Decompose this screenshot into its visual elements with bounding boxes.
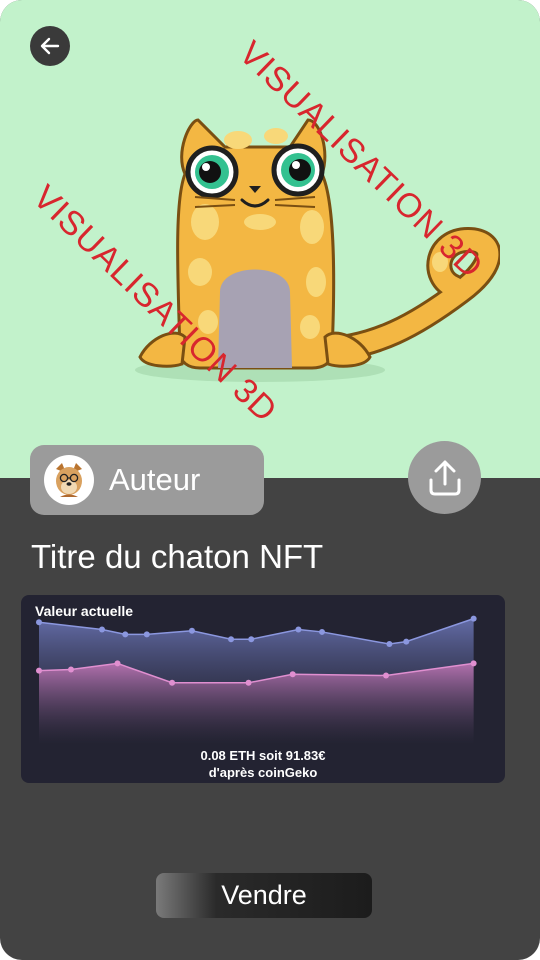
author-label: Auteur xyxy=(109,462,201,497)
nft-detail-screen: VISUALISATION 3D VISUALISATION 3D Auteur… xyxy=(0,0,540,960)
chart-title: Valeur actuelle xyxy=(35,603,134,619)
price-info: 0.08 ETH soit 91.83€ d'après coinGeko xyxy=(21,747,505,781)
series-blue-point xyxy=(228,636,235,643)
series-blue-point xyxy=(319,628,326,635)
value-chart-card: Valeur actuelle 0.08 ETH soit 91.83€ d'a… xyxy=(21,595,505,783)
author-button[interactable]: Auteur xyxy=(30,445,264,515)
series-pink-point xyxy=(114,660,121,667)
series-blue-point xyxy=(143,631,150,638)
share-button[interactable] xyxy=(408,441,481,514)
share-upload-icon xyxy=(429,460,460,495)
series-blue-point xyxy=(99,626,106,633)
dog-avatar-icon xyxy=(56,463,82,497)
nft-title: Titre du chaton NFT xyxy=(31,538,324,575)
series-blue-point xyxy=(403,638,410,645)
avatar xyxy=(44,455,94,505)
series-pink-point xyxy=(245,679,252,686)
series-pink-point xyxy=(68,666,75,673)
arrow-left-icon xyxy=(40,37,60,55)
series-blue-point xyxy=(122,631,129,638)
price-eth-eur: 0.08 ETH soit 91.83€ xyxy=(200,748,326,763)
series-blue-point xyxy=(36,619,42,626)
series-pink-point xyxy=(169,679,176,686)
series-blue-point xyxy=(295,626,302,633)
series-blue-point xyxy=(248,636,255,643)
series-pink-point xyxy=(289,671,296,678)
series-pink-point xyxy=(470,660,477,667)
sell-button[interactable]: Vendre xyxy=(156,873,372,918)
nft-preview-area: VISUALISATION 3D VISUALISATION 3D xyxy=(0,0,540,478)
series-blue-point xyxy=(188,627,195,634)
series-blue-point xyxy=(386,641,393,648)
series-pink-point xyxy=(383,672,390,679)
series-blue-point xyxy=(470,615,477,622)
price-source: d'après coinGeko xyxy=(208,765,318,780)
back-button[interactable] xyxy=(30,26,70,66)
series-pink-point xyxy=(36,667,42,674)
